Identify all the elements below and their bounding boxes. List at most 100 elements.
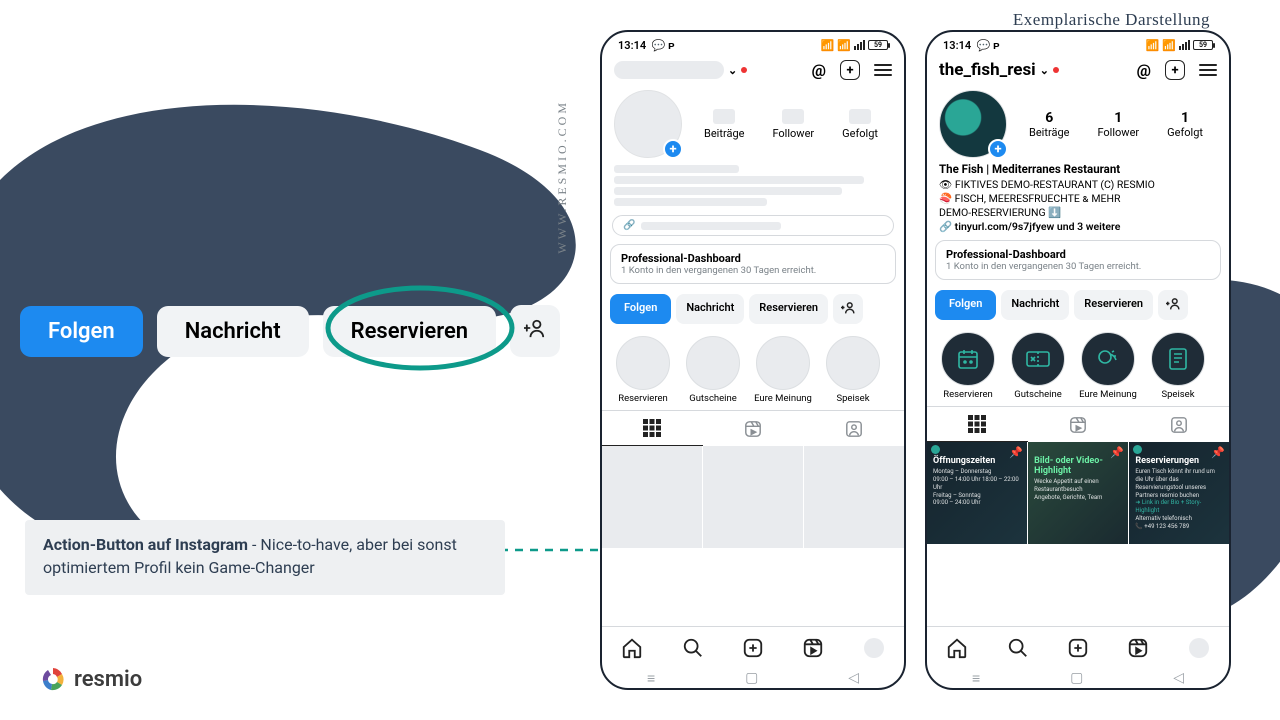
following-label: Gefolgt (1167, 126, 1203, 139)
menu-icon[interactable] (1199, 64, 1217, 76)
dashboard-title: Professional-Dashboard (946, 248, 1210, 261)
highlight-label: Eure Meinung (754, 393, 812, 404)
follow-button[interactable]: Folgen (610, 294, 671, 324)
highlight-label: Speisek (1161, 389, 1194, 400)
post-placeholder[interactable] (804, 446, 904, 548)
nav-profile-icon[interactable] (1188, 637, 1210, 659)
action-button-row: Folgen Nachricht Reservieren (927, 284, 1229, 326)
recent-apps-icon[interactable]: ≡ (647, 670, 655, 687)
followers-count-skeleton (782, 109, 804, 124)
status-bar: 13:14 💬 ᴘ 📶 📶 59 (602, 32, 904, 54)
message-button-large[interactable]: Nachricht (157, 306, 309, 357)
nav-create-icon[interactable] (742, 637, 764, 659)
nav-profile-icon[interactable] (863, 637, 885, 659)
tab-tagged[interactable] (803, 411, 904, 446)
caption-top: Exemplarische Darstellung (1013, 10, 1210, 30)
android-nav-bar: ≡ ▢ ◁ (602, 668, 904, 688)
nav-create-icon[interactable] (1067, 637, 1089, 659)
nav-search-icon[interactable] (1007, 637, 1029, 659)
message-button[interactable]: Nachricht (676, 294, 744, 324)
posts-count-skeleton (713, 109, 735, 124)
profile-tabs (602, 410, 904, 446)
threads-icon[interactable]: @ (812, 61, 826, 80)
posts-grid: 📌 Öffnungszeiten Montag – Donnerstag 09:… (927, 442, 1229, 626)
followers-label: Follower (772, 127, 814, 140)
highlight-label: Reservieren (618, 393, 668, 404)
nav-home-icon[interactable] (621, 637, 643, 659)
message-button[interactable]: Nachricht (1001, 290, 1069, 320)
highlights-row: Reservieren Gutscheine Eure Meinung Spei… (602, 330, 904, 404)
bio-skeleton (602, 158, 904, 211)
post-placeholder[interactable] (703, 446, 803, 548)
username[interactable]: ⌄ (614, 61, 747, 79)
threads-icon[interactable]: @ (1137, 61, 1151, 80)
back-button-icon[interactable]: ◁ (848, 670, 859, 686)
logo-text: resmio (74, 667, 142, 692)
profile-header: the_fish_resi ⌄ @ + (927, 54, 1229, 86)
tab-grid[interactable] (927, 407, 1028, 442)
professional-dashboard[interactable]: Professional-Dashboard 1 Konto in den ve… (935, 240, 1221, 280)
following-count: 1 (1167, 110, 1203, 126)
android-nav-bar: ≡ ▢ ◁ (927, 668, 1229, 688)
add-story-icon[interactable]: + (663, 139, 683, 159)
nav-reels-icon[interactable] (802, 637, 824, 659)
tab-tagged[interactable] (1128, 407, 1229, 442)
highlight-feedback-icon[interactable] (1081, 332, 1135, 386)
recent-apps-icon[interactable]: ≡ (972, 670, 980, 687)
logo-mark-icon (40, 666, 66, 692)
annotation-box: Action-Button auf Instagram - Nice-to-ha… (25, 520, 505, 595)
side-url: WWW.RESMIO.COM (555, 100, 570, 254)
highlight-circle[interactable] (756, 336, 810, 390)
nav-home-icon[interactable] (946, 637, 968, 659)
menu-icon[interactable] (874, 64, 892, 76)
highlight-circle[interactable] (686, 336, 740, 390)
highlight-reserve-icon[interactable] (941, 332, 995, 386)
post-tile[interactable]: 📌 Bild- oder Video-Highlight Wecke Appet… (1028, 442, 1128, 544)
follow-button-large[interactable]: Folgen (20, 306, 143, 357)
username[interactable]: the_fish_resi ⌄ (939, 60, 1059, 80)
highlight-circle[interactable] (826, 336, 880, 390)
tab-reels[interactable] (1028, 407, 1129, 442)
post-tile[interactable]: 📌 Reservierungen Euren Tisch könnt ihr r… (1129, 442, 1229, 544)
status-bar: 13:14 💬 ᴘ 📶 📶 59 (927, 32, 1229, 54)
add-user-button[interactable] (1158, 290, 1188, 320)
reserve-button[interactable]: Reservieren (749, 294, 828, 324)
highlight-menu-icon[interactable] (1151, 332, 1205, 386)
create-post-icon[interactable]: + (840, 60, 860, 80)
bio-link-chip[interactable]: 🔗 (612, 215, 894, 236)
post-tile[interactable]: 📌 Öffnungszeiten Montag – Donnerstag 09:… (927, 442, 1027, 544)
username-skeleton (614, 61, 724, 79)
bio-line: DEMO-RESERVIERUNG ⬇️ (939, 206, 1217, 220)
bio: The Fish | Mediterranes Restaurant 👁 FIK… (927, 158, 1229, 236)
highlight-ellipse (320, 280, 520, 375)
reserve-button[interactable]: Reservieren (1074, 290, 1153, 320)
bio-line: 🍣 FISCH, MEERESFRUECHTE & MEHR (939, 192, 1217, 206)
tab-reels[interactable] (703, 411, 804, 446)
home-button-icon[interactable]: ▢ (745, 670, 758, 686)
highlight-circle[interactable] (616, 336, 670, 390)
tab-grid[interactable] (602, 411, 703, 446)
highlight-voucher-icon[interactable] (1011, 332, 1065, 386)
follow-button[interactable]: Folgen (935, 290, 996, 320)
avatar[interactable]: + (939, 90, 1007, 158)
add-user-button[interactable] (833, 294, 863, 324)
back-button-icon[interactable]: ◁ (1173, 670, 1184, 686)
status-time: 13:14 (943, 39, 971, 52)
home-button-icon[interactable]: ▢ (1070, 670, 1083, 686)
profile-header: ⌄ @ + (602, 54, 904, 86)
username-text: the_fish_resi (939, 60, 1036, 80)
nav-search-icon[interactable] (682, 637, 704, 659)
create-post-icon[interactable]: + (1165, 60, 1185, 80)
bio-link[interactable]: 🔗 tinyurl.com/9s7jfyew und 3 weitere (939, 220, 1217, 234)
professional-dashboard[interactable]: Professional-Dashboard 1 Konto in den ve… (610, 244, 896, 284)
add-story-icon[interactable]: + (988, 139, 1008, 159)
avatar[interactable]: + (614, 90, 682, 158)
highlight-label: Eure Meinung (1079, 389, 1137, 400)
posts-label: Beiträge (704, 127, 744, 140)
highlight-label: Speisek (836, 393, 869, 404)
bottom-nav (927, 626, 1229, 668)
post-placeholder[interactable] (602, 446, 702, 548)
highlights-row: Reservieren Gutscheine Eure Meinung Spei… (927, 326, 1229, 400)
nav-reels-icon[interactable] (1127, 637, 1149, 659)
status-time: 13:14 (618, 39, 646, 52)
